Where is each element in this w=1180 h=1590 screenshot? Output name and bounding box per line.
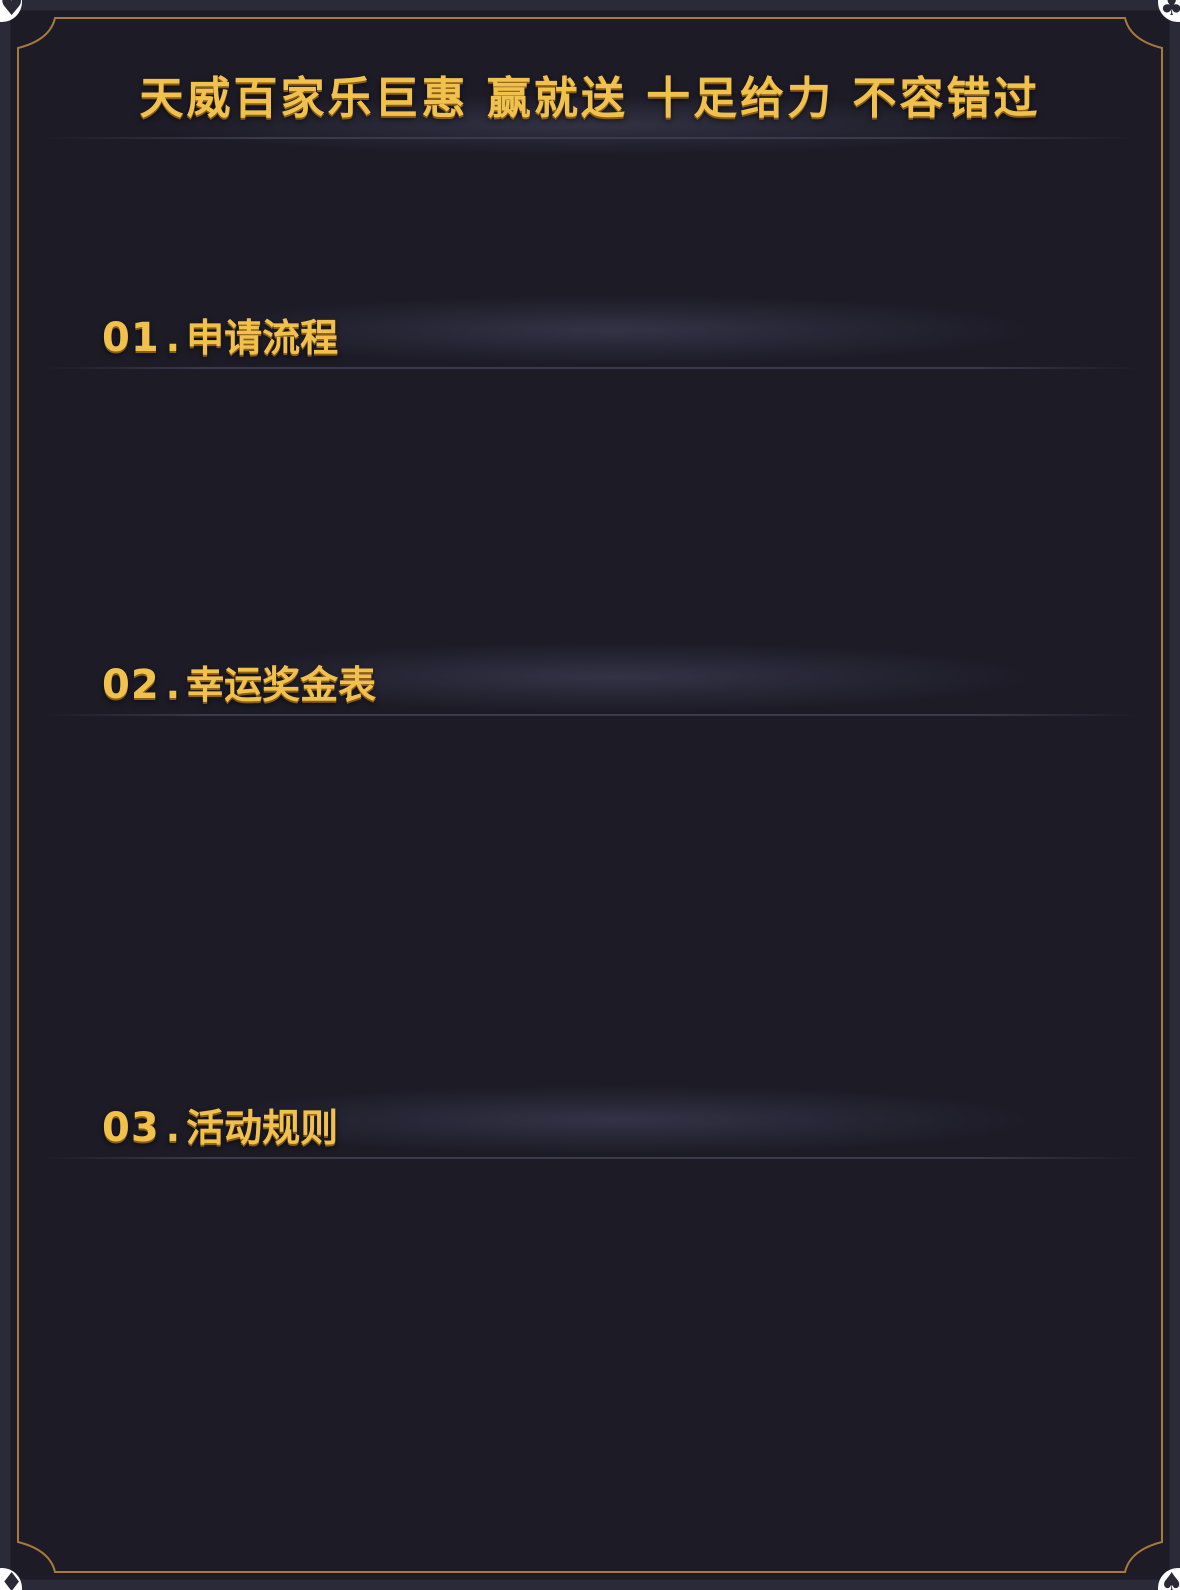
spade-icon: ♠: [1160, 1568, 1180, 1590]
section-bonus-table: 02. 幸运奖金表: [40, 632, 1140, 722]
club-corner: ♣: [1158, 0, 1180, 22]
section-separator: .: [165, 1106, 181, 1150]
section-divider: [40, 367, 1140, 369]
section-separator: .: [165, 316, 181, 360]
section-application-process: 01. 申请流程: [40, 285, 1140, 375]
title-divider: [40, 137, 1140, 139]
section-heading: 03. 活动规则: [102, 1097, 338, 1152]
diamond-corner: ♦: [0, 1568, 22, 1590]
diamond-icon: ♦: [0, 1568, 22, 1590]
section-number: 01: [102, 315, 160, 361]
section-number: 02: [102, 662, 160, 708]
section-number: 03: [102, 1105, 160, 1151]
section-title: 幸运奖金表: [186, 663, 377, 707]
page-title: 天威百家乐巨惠 赢就送 十足给力 不容错过: [139, 73, 1041, 124]
heart-corner: ♥: [0, 0, 22, 22]
section-title: 申请流程: [186, 316, 339, 360]
page-header: 天威百家乐巨惠 赢就送 十足给力 不容错过: [60, 40, 1120, 155]
section-heading: 02. 幸运奖金表: [102, 654, 376, 709]
section-title: 活动规则: [186, 1106, 339, 1150]
section-event-rules: 03. 活动规则: [40, 1075, 1140, 1165]
section-divider: [40, 1157, 1140, 1159]
section-divider: [40, 714, 1140, 716]
heart-icon: ♥: [0, 0, 22, 22]
content-panel: [10, 10, 1170, 1580]
promo-page: ♥ ♣ ♦ ♠ 天威百家乐巨惠 赢就送 十足给力 不容错过 01. 申请流程 02…: [0, 0, 1180, 1590]
club-icon: ♣: [1160, 0, 1180, 22]
spade-corner: ♠: [1158, 1568, 1180, 1590]
section-separator: .: [165, 663, 181, 707]
section-heading: 01. 申请流程: [102, 307, 338, 362]
